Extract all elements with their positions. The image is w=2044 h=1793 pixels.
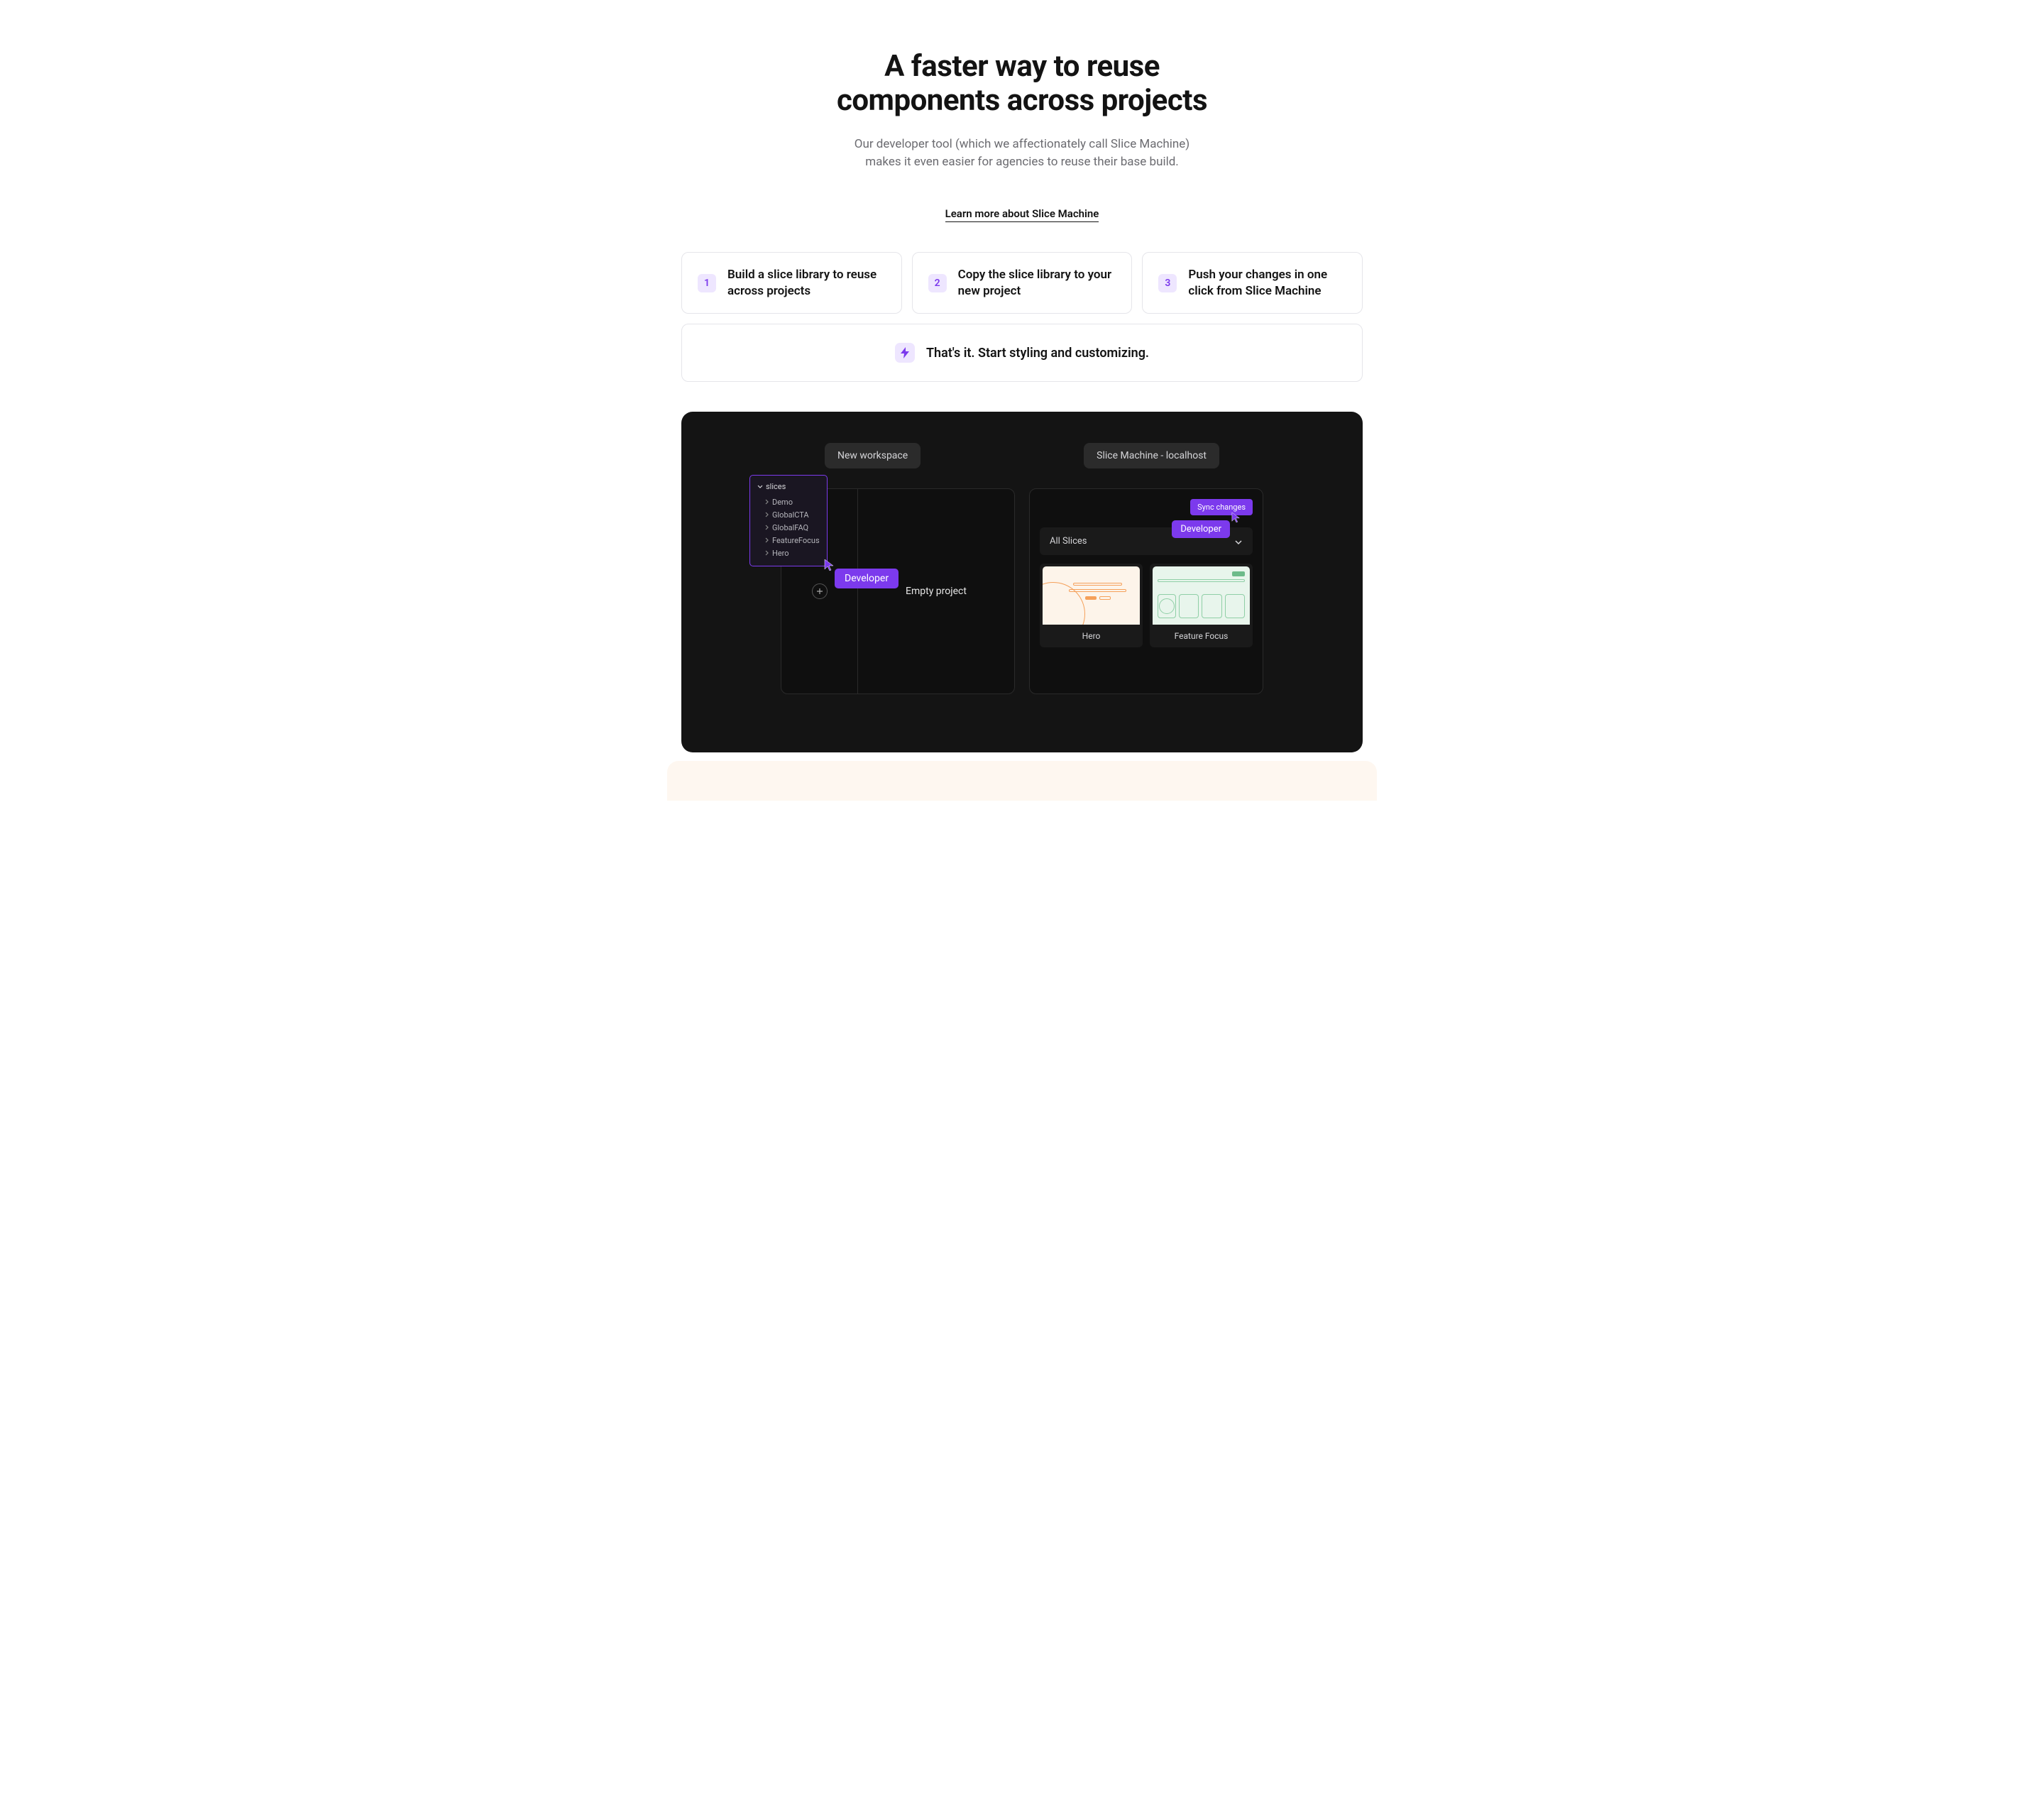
workspace-panel: slices Demo GlobalCTA GlobalFAQ FeatureF… [781, 488, 1015, 694]
page-subtitle: Our developer tool (which we affectionat… [845, 136, 1199, 172]
step-number: 3 [1158, 274, 1177, 292]
cursor-icon [824, 559, 835, 571]
sync-changes-button[interactable]: Sync changes [1190, 499, 1253, 515]
chevron-right-icon [765, 537, 769, 543]
empty-project-label: Empty project [906, 586, 967, 597]
step-number: 1 [698, 274, 716, 292]
step-text: Copy the slice library to your new proje… [958, 267, 1116, 300]
add-button[interactable] [812, 583, 828, 599]
final-card: That's it. Start styling and customizing… [681, 324, 1363, 382]
chevron-right-icon [765, 550, 769, 556]
developer-tag: Developer [835, 569, 899, 588]
chevron-down-icon [757, 484, 763, 490]
steps-row: 1 Build a slice library to reuse across … [681, 252, 1363, 314]
tree-item[interactable]: GlobalFAQ [757, 521, 820, 534]
dropdown-label: All Slices [1050, 536, 1087, 547]
tree-item[interactable]: Hero [757, 547, 820, 559]
final-text: That's it. Start styling and customizing… [926, 346, 1149, 361]
tree-item[interactable]: FeatureFocus [757, 534, 820, 547]
slice-machine-panel: Sync changes Developer All Slices [1029, 488, 1263, 694]
chevron-down-icon [1234, 534, 1243, 548]
tree-item[interactable]: GlobalCTA [757, 508, 820, 521]
footer-section [667, 761, 1377, 801]
workspace-main: Empty project [858, 489, 1014, 693]
slice-card-hero[interactable]: Hero [1040, 564, 1143, 647]
tree-item[interactable]: Demo [757, 495, 820, 508]
step-card-2: 2 Copy the slice library to your new pro… [912, 252, 1133, 314]
step-text: Build a slice library to reuse across pr… [727, 267, 886, 300]
chevron-right-icon [765, 512, 769, 517]
lightning-icon [895, 343, 915, 363]
chevron-right-icon [765, 525, 769, 530]
slice-name: Feature Focus [1150, 625, 1253, 647]
chevron-right-icon [765, 499, 769, 505]
tab-workspace: New workspace [825, 443, 921, 468]
demo-panel: New workspace Slice Machine - localhost … [681, 412, 1363, 752]
slice-card-feature-focus[interactable]: Feature Focus [1150, 564, 1253, 647]
page-title: A faster way to reuse components across … [681, 0, 1363, 119]
developer-tag: Developer [1172, 520, 1230, 538]
file-tree: slices Demo GlobalCTA GlobalFAQ FeatureF… [749, 475, 828, 566]
tab-slice-machine: Slice Machine - localhost [1084, 443, 1219, 468]
slice-preview [1043, 566, 1140, 625]
slice-preview [1153, 566, 1250, 625]
tree-root[interactable]: slices [757, 482, 820, 491]
step-card-1: 1 Build a slice library to reuse across … [681, 252, 902, 314]
step-card-3: 3 Push your changes in one click from Sl… [1142, 252, 1363, 314]
plus-icon [816, 588, 823, 595]
learn-more-link[interactable]: Learn more about Slice Machine [945, 207, 1099, 222]
cursor-icon [1231, 512, 1241, 523]
step-number: 2 [928, 274, 947, 292]
slice-name: Hero [1040, 625, 1143, 647]
step-text: Push your changes in one click from Slic… [1188, 267, 1346, 300]
